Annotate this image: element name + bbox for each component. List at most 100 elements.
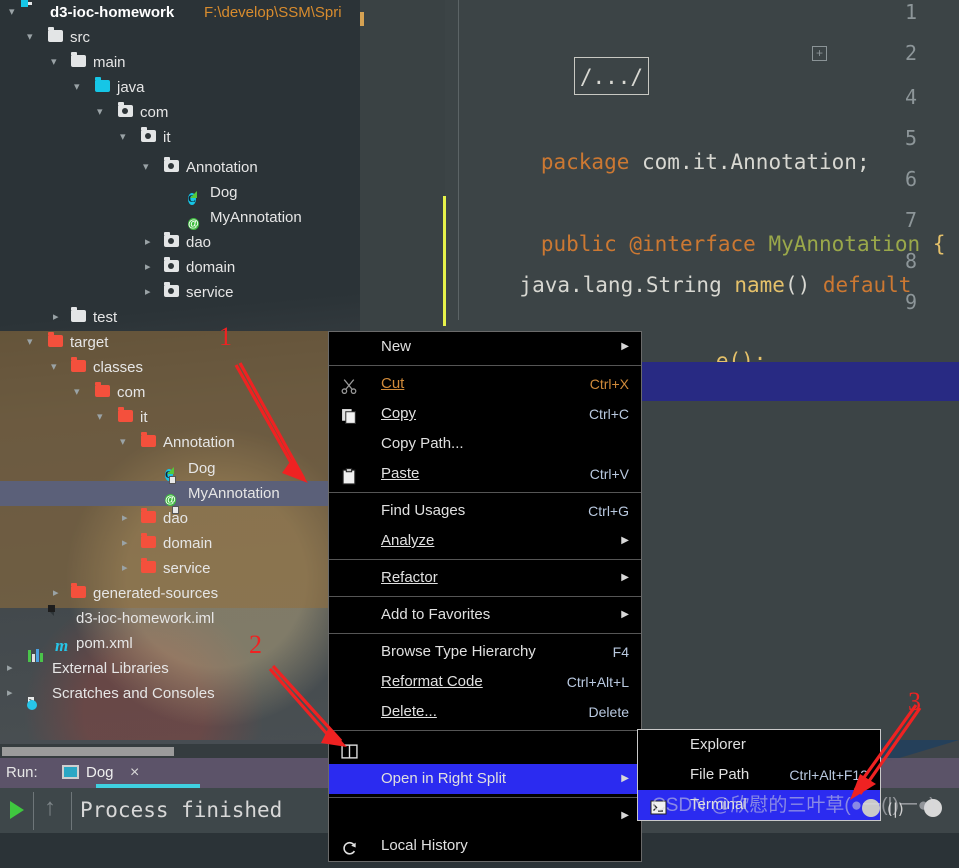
tree-item-java[interactable]: ▾ java	[0, 75, 360, 100]
tree-item-test[interactable]: ▸ test	[0, 305, 360, 330]
tree-item-target[interactable]: ▾ target	[0, 330, 360, 355]
chevron-down-icon[interactable]: ▾	[51, 50, 57, 75]
chevron-right-icon[interactable]: ▸	[122, 556, 128, 581]
tree-item-external-libraries[interactable]: ▸ External Libraries	[0, 649, 360, 681]
submenu-item-file-path[interactable]: File Path Ctrl+Alt+F12	[638, 760, 880, 790]
folder-red-icon	[71, 583, 86, 598]
tree-item-myannotation-target[interactable]: @ MyAnnotation	[0, 481, 360, 514]
chevron-down-icon[interactable]: ▾	[74, 75, 80, 100]
menu-item-open-in-right-split[interactable]	[329, 734, 641, 764]
chevron-down-icon[interactable]: ▾	[120, 430, 126, 455]
tree-item-com[interactable]: ▾ com	[0, 100, 360, 125]
submenu-arrow-icon: ▶	[621, 773, 629, 784]
folder-red-icon	[141, 558, 156, 573]
tree-item-it-target[interactable]: ▾ it	[0, 405, 360, 430]
project-tree-horizontal-scrollbar[interactable]	[0, 744, 360, 758]
tree-item-dog-target[interactable]: C Dog	[0, 456, 360, 484]
tree-item-label: service	[163, 560, 211, 577]
menu-item-cut[interactable]: Cut Ctrl+X	[329, 369, 641, 399]
submenu-arrow-icon: ▶	[621, 572, 629, 583]
menu-item-shortcut: Ctrl+C	[588, 406, 629, 422]
menu-item-browse-type-hierarchy[interactable]: Browse Type Hierarchy F4	[329, 637, 641, 667]
tree-item-d3-ioc-homework[interactable]: ▾ d3-ioc-homework F:\develop\SSM\Spri	[0, 0, 360, 25]
menu-item-copy-path[interactable]: Copy Path...	[329, 429, 641, 459]
chevron-right-icon[interactable]: ▸	[145, 230, 151, 255]
menu-item-delete[interactable]: Delete... Delete	[329, 697, 641, 727]
run-icon[interactable]	[10, 801, 24, 819]
tree-item-label: d3-ioc-homework	[50, 4, 175, 21]
csdn-watermark: CSDN @欣慰的三叶草(●一(|)一●)	[652, 795, 936, 816]
submenu-arrow-icon: ▶	[621, 810, 629, 821]
chevron-down-icon[interactable]: ▾	[143, 155, 149, 180]
annotation-number-2: 2	[249, 630, 262, 659]
tree-item-annotation-target[interactable]: ▾ Annotation	[0, 430, 360, 455]
tree-item-dog-src[interactable]: C Dog	[0, 180, 360, 205]
chevron-down-icon[interactable]: ▾	[97, 100, 103, 125]
menu-item-open-in[interactable]: Open in Right Split ▶	[329, 764, 641, 794]
tree-item-main[interactable]: ▾ main	[0, 50, 360, 75]
tree-item-dao-src[interactable]: ▸ dao	[0, 230, 360, 255]
menu-item-copy[interactable]: Copy Ctrl+C	[329, 399, 641, 429]
tree-item-label: MyAnnotation	[210, 209, 302, 226]
chevron-right-icon[interactable]: ▸	[145, 280, 151, 305]
chevron-down-icon[interactable]: ▾	[27, 330, 33, 355]
menu-item-refactor[interactable]: Refactor ▶	[329, 563, 641, 593]
tree-item-classes[interactable]: ▾ classes	[0, 355, 360, 380]
tree-item-label: com	[140, 104, 169, 121]
toolbar-divider	[33, 792, 34, 830]
menu-item-find-usages[interactable]: Find Usages Ctrl+G	[329, 496, 641, 526]
chevron-down-icon[interactable]: ▾	[74, 380, 80, 405]
tree-item-domain-src[interactable]: ▸ domain	[0, 255, 360, 280]
chevron-down-icon[interactable]: ▾	[120, 125, 126, 150]
folded-comment[interactable]: /.../	[573, 57, 650, 95]
scroll-up-icon[interactable]: ↑	[44, 794, 56, 822]
folder-package-icon	[164, 232, 179, 247]
menu-separator	[329, 730, 641, 731]
context-menu[interactable]: New ▶ Cut Ctrl+X Copy Ctrl+C Copy Path..…	[328, 331, 642, 862]
scrollbar-thumb[interactable]	[2, 747, 174, 756]
menu-item-local-history[interactable]: ▶	[329, 801, 641, 831]
tree-item-label: com	[117, 384, 146, 401]
menu-item-label: Refactor	[381, 569, 438, 586]
tree-item-service-target[interactable]: ▸ service	[0, 556, 360, 581]
run-toolbar[interactable]: ↑	[0, 788, 72, 833]
chevron-down-icon[interactable]: ▾	[27, 25, 33, 50]
chevron-down-icon[interactable]: ▾	[9, 0, 15, 25]
tree-item-service-src[interactable]: ▸ service	[0, 280, 360, 305]
menu-separator	[329, 797, 641, 798]
tree-item-src[interactable]: ▾ src	[0, 25, 360, 50]
tree-item-it[interactable]: ▾ it	[0, 125, 360, 150]
chevron-right-icon[interactable]: ▸	[145, 255, 151, 280]
tree-item-pom-xml[interactable]: m pom.xml	[0, 631, 360, 656]
menu-item-analyze[interactable]: Analyze ▶	[329, 526, 641, 556]
project-tool-window[interactable]: ▾ d3-ioc-homework F:\develop\SSM\Spri ▾ …	[0, 0, 360, 740]
tree-item-dao-target[interactable]: ▸ dao	[0, 506, 360, 531]
tree-item-myannotation-src[interactable]: @ MyAnnotation	[0, 205, 360, 230]
chevron-right-icon[interactable]: ▸	[122, 506, 128, 531]
chevron-down-icon[interactable]: ▾	[97, 405, 103, 430]
tree-item-scratches-and-consoles[interactable]: ▸ > Scratches and Consoles	[0, 681, 360, 707]
tree-item-label: domain	[186, 259, 236, 276]
chevron-right-icon[interactable]: ▸	[7, 681, 13, 706]
chevron-right-icon[interactable]: ▸	[7, 656, 13, 681]
tree-item-domain-target[interactable]: ▸ domain	[0, 531, 360, 556]
menu-item-label: File Path	[690, 766, 750, 783]
module-path-label: F:\develop\SSM\Spri	[204, 4, 342, 21]
tree-item-com-target[interactable]: ▾ com	[0, 380, 360, 405]
submenu-arrow-icon: ▶	[621, 609, 629, 620]
tree-item-iml-file[interactable]: d3-ioc-homework.iml	[0, 606, 360, 631]
menu-item-add-to-favorites[interactable]: Add to Favorites ▶	[329, 600, 641, 630]
chevron-right-icon[interactable]: ▸	[53, 581, 59, 606]
menu-item-reformat-code[interactable]: Reformat Code Ctrl+Alt+L	[329, 667, 641, 697]
chevron-right-icon[interactable]: ▸	[53, 305, 59, 330]
chevron-right-icon[interactable]: ▸	[122, 531, 128, 556]
tree-item-annotation-pkg[interactable]: ▾ Annotation	[0, 155, 360, 180]
menu-item-paste[interactable]: Paste Ctrl+V	[329, 459, 641, 489]
menu-item-new[interactable]: New ▶	[329, 332, 641, 362]
menu-item-reload-from-disk[interactable]: Local History	[329, 831, 641, 861]
tree-item-generated-sources[interactable]: ▸ generated-sources	[0, 581, 360, 606]
tree-item-label: Scratches and Consoles	[52, 685, 215, 702]
menu-item-label: Open in Right Split	[381, 770, 507, 787]
chevron-down-icon[interactable]: ▾	[51, 355, 57, 380]
submenu-item-explorer[interactable]: Explorer	[638, 730, 880, 760]
